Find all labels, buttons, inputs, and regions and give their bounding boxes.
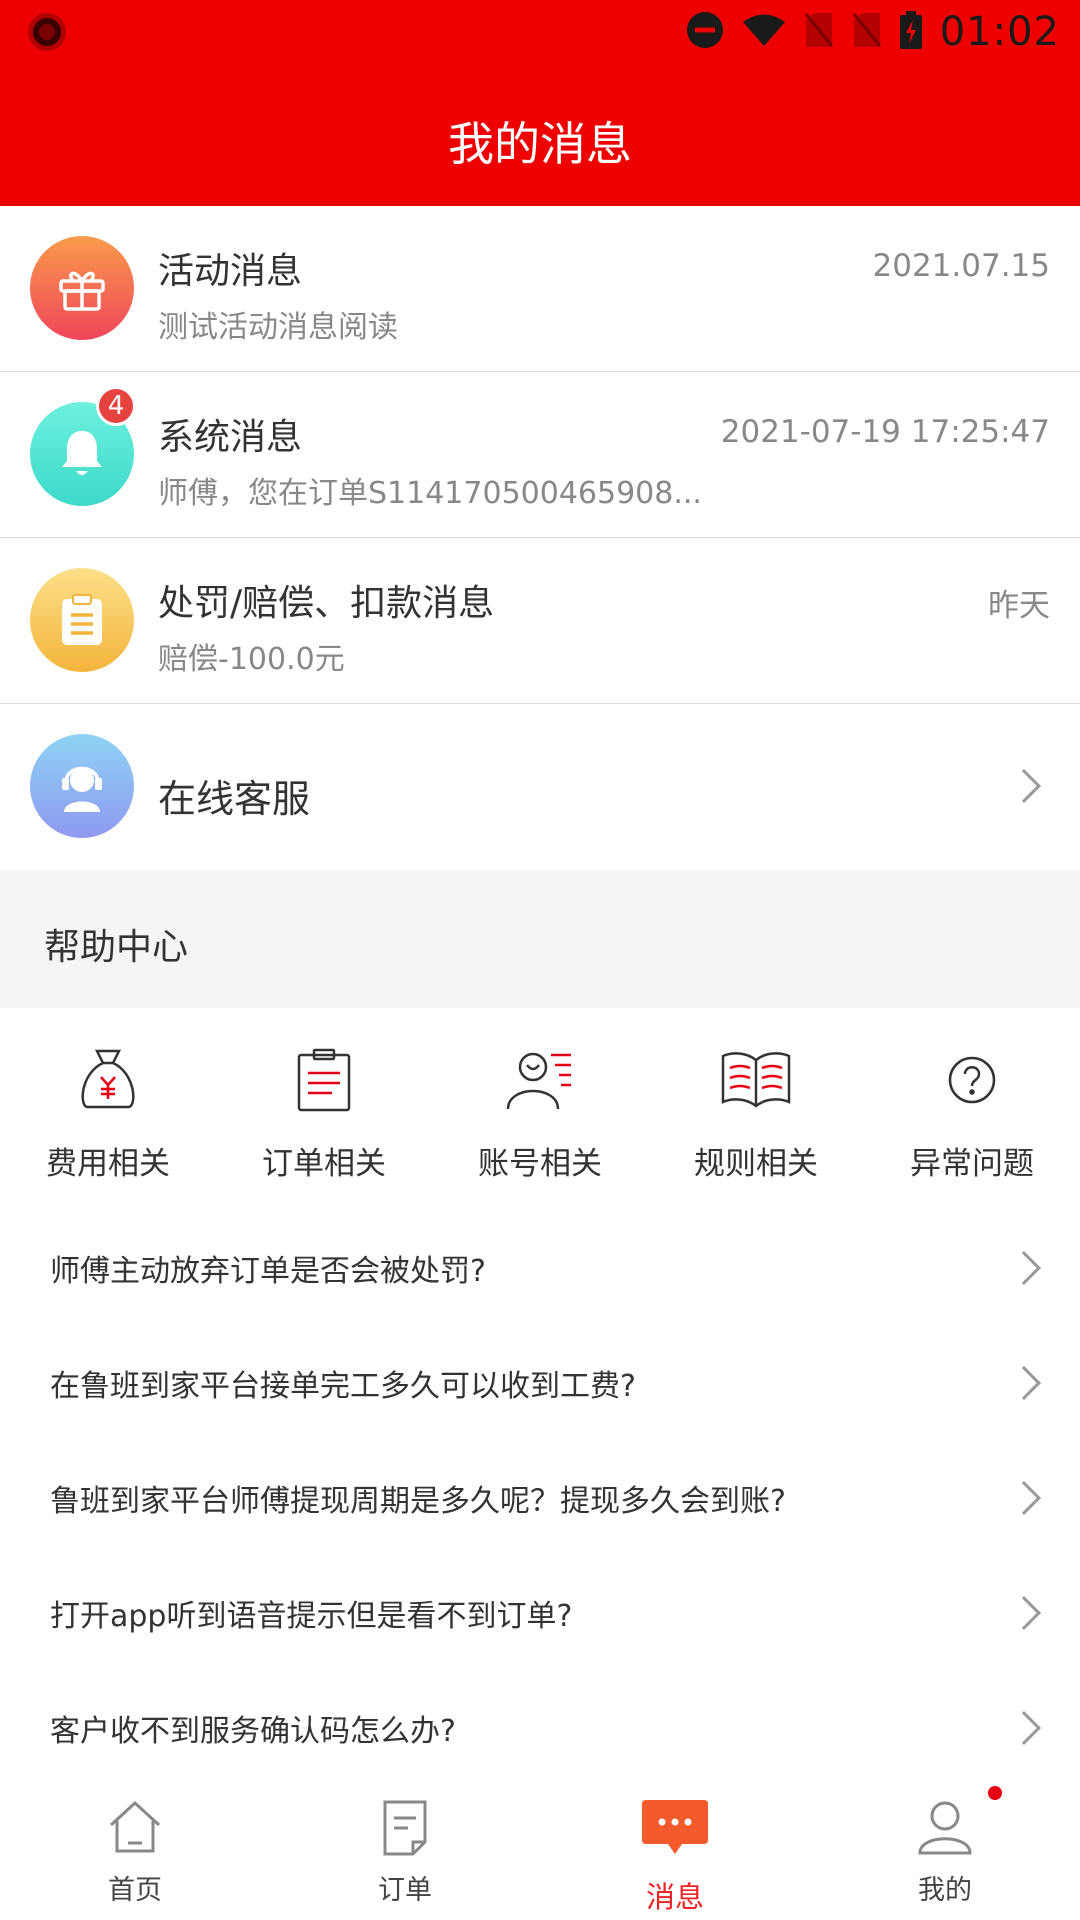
category-account[interactable]: 账号相关	[432, 1040, 648, 1200]
faq-question: 打开app听到语音提示但是看不到订单?	[50, 1599, 573, 1634]
do-not-disturb-icon	[686, 11, 724, 53]
online-service-label: 在线客服	[158, 777, 311, 821]
profile-icon	[910, 1792, 980, 1862]
tab-label: 首页	[108, 1875, 162, 1906]
account-icon	[500, 1040, 580, 1120]
chevron-right-icon	[1007, 1711, 1041, 1745]
record-icon	[28, 13, 66, 51]
message-system[interactable]: 4 系统消息 师傅，您在订单S114170500465908... 2021-0…	[0, 372, 1080, 538]
faq-item[interactable]: 鲁班到家平台师傅提现周期是多久呢？提现多久会到账?	[0, 1436, 1080, 1551]
book-icon	[716, 1040, 796, 1120]
category-rules[interactable]: 规则相关	[648, 1040, 864, 1200]
tab-messages[interactable]: 消息	[540, 1770, 810, 1920]
clipboard-icon	[30, 568, 134, 672]
category-fees[interactable]: 费用相关	[0, 1040, 216, 1200]
tab-label: 我的	[918, 1875, 972, 1906]
faq-question: 在鲁班到家平台接单完工多久可以收到工费?	[50, 1369, 636, 1404]
category-label: 账号相关	[478, 1146, 602, 1182]
unread-badge: 4	[96, 386, 136, 426]
faq-list: 师傅主动放弃订单是否会被处罚? 在鲁班到家平台接单完工多久可以收到工费? 鲁班到…	[0, 1206, 1080, 1781]
message-list: 活动消息 测试活动消息阅读 2021.07.15 4 系统消息 师傅，您在订单S…	[0, 206, 1080, 870]
question-icon	[932, 1040, 1012, 1120]
tab-orders[interactable]: 订单	[270, 1770, 540, 1920]
bottom-tab-bar: 首页 订单 消息 我的	[0, 1770, 1080, 1920]
chevron-right-icon	[1007, 1481, 1041, 1515]
message-title: 系统消息	[158, 417, 303, 458]
message-time: 2021-07-19 17:25:47	[720, 414, 1050, 450]
status-time: 01:02	[939, 9, 1060, 55]
faq-item[interactable]: 客户收不到服务确认码怎么办?	[0, 1666, 1080, 1781]
category-orders[interactable]: 订单相关	[216, 1040, 432, 1200]
status-bar: 01:02	[0, 0, 1080, 64]
chevron-right-icon	[1007, 1366, 1041, 1400]
message-time: 昨天	[988, 588, 1050, 624]
category-label: 费用相关	[46, 1146, 170, 1182]
no-sim-icon	[804, 12, 834, 52]
message-icon	[640, 1792, 710, 1862]
faq-item[interactable]: 在鲁班到家平台接单完工多久可以收到工费?	[0, 1321, 1080, 1436]
tab-home[interactable]: 首页	[0, 1770, 270, 1920]
faq-question: 师傅主动放弃订单是否会被处罚?	[50, 1254, 486, 1289]
gift-icon	[30, 236, 134, 340]
message-preview: 师傅，您在订单S114170500465908...	[158, 476, 702, 511]
category-label: 规则相关	[694, 1146, 818, 1182]
home-icon	[100, 1792, 170, 1862]
no-sim-icon	[852, 12, 882, 52]
message-preview: 测试活动消息阅读	[158, 310, 398, 345]
chevron-right-icon	[1007, 1596, 1041, 1630]
faq-item[interactable]: 师傅主动放弃订单是否会被处罚?	[0, 1206, 1080, 1321]
online-service-row[interactable]: 在线客服	[0, 704, 1080, 870]
category-label: 订单相关	[262, 1146, 386, 1182]
clipboard-list-icon	[284, 1040, 364, 1120]
faq-question: 客户收不到服务确认码怎么办?	[50, 1714, 456, 1749]
category-exceptions[interactable]: 异常问题	[864, 1040, 1080, 1200]
customer-service-icon	[30, 734, 134, 838]
wifi-icon	[742, 13, 786, 51]
chevron-right-icon	[1007, 1251, 1041, 1285]
help-center-title: 帮助中心	[44, 927, 189, 968]
tab-mine[interactable]: 我的	[810, 1770, 1080, 1920]
category-label: 异常问题	[910, 1146, 1034, 1182]
faq-question: 鲁班到家平台师傅提现周期是多久呢？提现多久会到账?	[50, 1484, 786, 1519]
money-bag-icon	[68, 1040, 148, 1120]
message-title: 活动消息	[158, 251, 303, 292]
message-penalty[interactable]: 处罚/赔偿、扣款消息 赔偿-100.0元 昨天	[0, 538, 1080, 704]
page-title: 我的消息	[448, 117, 632, 171]
message-title: 处罚/赔偿、扣款消息	[158, 583, 495, 624]
help-center-header: 帮助中心	[0, 870, 1080, 1008]
notification-dot	[988, 1786, 1002, 1800]
message-time: 2021.07.15	[872, 248, 1051, 284]
help-categories: 费用相关 订单相关 账号相关 规则相关 异常问题	[0, 1040, 1080, 1200]
chevron-right-icon	[1007, 769, 1041, 803]
order-icon	[370, 1792, 440, 1862]
app-header: 01:02 我的消息	[0, 0, 1080, 206]
battery-charging-icon	[899, 11, 922, 53]
faq-item[interactable]: 打开app听到语音提示但是看不到订单?	[0, 1551, 1080, 1666]
message-preview: 赔偿-100.0元	[158, 642, 345, 677]
tab-label: 订单	[378, 1875, 432, 1906]
tab-label: 消息	[645, 1880, 704, 1914]
message-activity[interactable]: 活动消息 测试活动消息阅读 2021.07.15	[0, 206, 1080, 372]
